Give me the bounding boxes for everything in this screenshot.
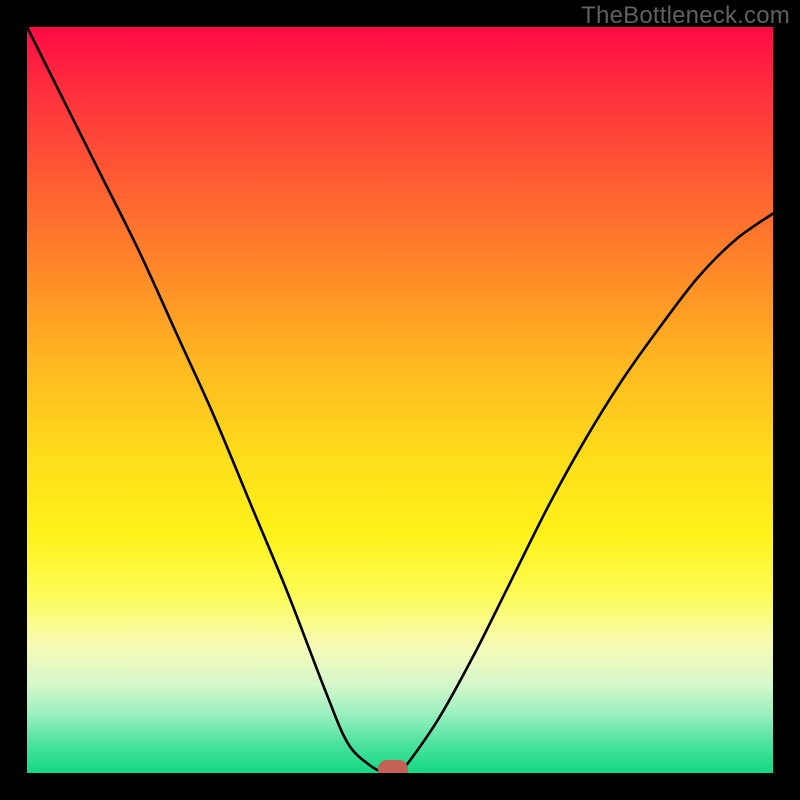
- watermark-text: TheBottleneck.com: [581, 2, 790, 30]
- bottleneck-curve: [27, 27, 773, 773]
- minimum-marker: [378, 760, 408, 773]
- plot-area: [27, 27, 773, 773]
- chart-frame: TheBottleneck.com: [0, 0, 800, 800]
